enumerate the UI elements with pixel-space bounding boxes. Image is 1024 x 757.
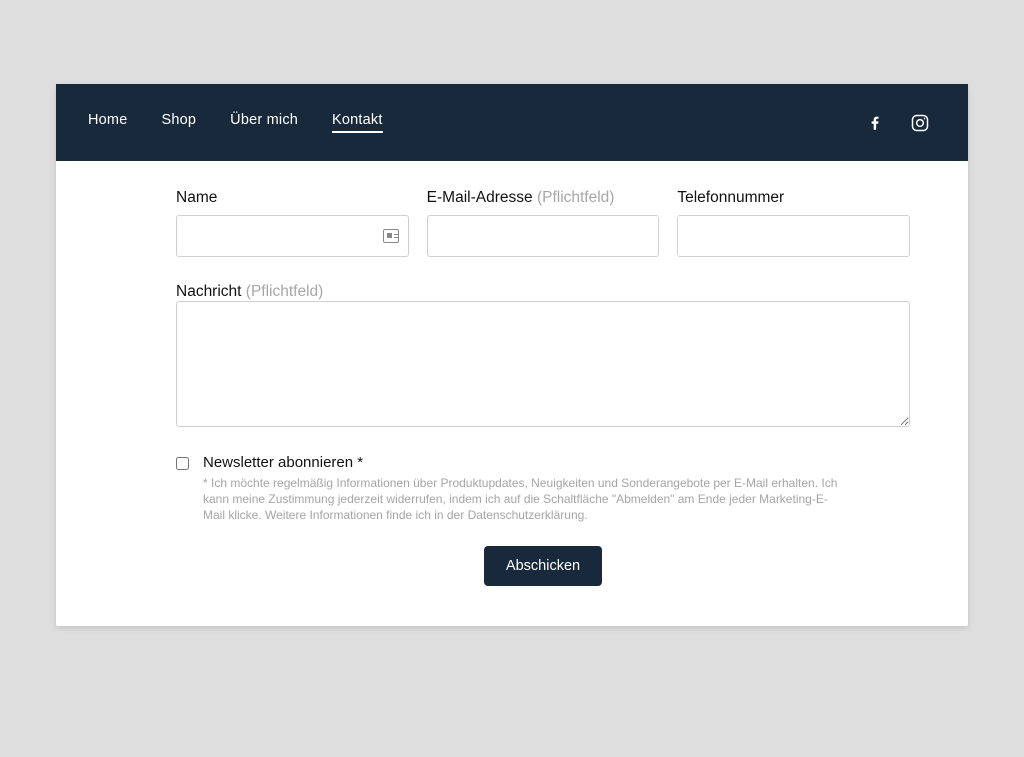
nav-links: Home Shop Über mich Kontakt — [88, 112, 383, 133]
nav-link-home[interactable]: Home — [88, 112, 127, 133]
email-required-hint: (Pflichtfeld) — [537, 189, 615, 206]
message-required-hint: (Pflichtfeld) — [246, 283, 324, 300]
email-label: E-Mail-Adresse (Pflichtfeld) — [427, 189, 660, 207]
navbar: Home Shop Über mich Kontakt — [56, 84, 968, 161]
email-input[interactable] — [427, 215, 660, 257]
facebook-icon[interactable] — [866, 114, 884, 132]
name-input[interactable] — [176, 215, 409, 257]
form-row-1: Name E-Mail-Adresse (Pflichtfeld) Telefo… — [176, 189, 910, 257]
newsletter-label: Newsletter abonnieren * — [203, 454, 363, 471]
message-field-group: Nachricht (Pflichtfeld) — [176, 283, 910, 432]
content-card: Home Shop Über mich Kontakt — [56, 84, 968, 626]
contact-card-icon — [383, 229, 399, 243]
name-label: Name — [176, 189, 409, 207]
message-textarea[interactable] — [176, 301, 910, 427]
email-field-group: E-Mail-Adresse (Pflichtfeld) — [427, 189, 660, 257]
submit-button[interactable]: Abschicken — [484, 546, 602, 586]
submit-wrap: Abschicken — [176, 546, 910, 586]
page: Home Shop Über mich Kontakt — [0, 0, 1024, 757]
email-label-text: E-Mail-Adresse — [427, 189, 533, 206]
phone-label: Telefonnummer — [677, 189, 910, 207]
newsletter-fineprint: * Ich möchte regelmäßig Informationen üb… — [203, 475, 843, 524]
phone-field-group: Telefonnummer — [677, 189, 910, 257]
nav-link-about[interactable]: Über mich — [230, 112, 298, 133]
message-label: Nachricht (Pflichtfeld) — [176, 283, 323, 300]
nav-link-shop[interactable]: Shop — [161, 112, 196, 133]
social-links — [866, 113, 930, 133]
name-field-group: Name — [176, 189, 409, 257]
newsletter-row: Newsletter abonnieren * — [176, 454, 910, 471]
instagram-icon[interactable] — [910, 113, 930, 133]
newsletter-checkbox[interactable] — [176, 457, 189, 470]
phone-input[interactable] — [677, 215, 910, 257]
contact-form: Name E-Mail-Adresse (Pflichtfeld) Telefo… — [56, 161, 968, 626]
name-input-wrap — [176, 215, 409, 257]
message-label-text: Nachricht — [176, 283, 241, 300]
nav-link-contact[interactable]: Kontakt — [332, 112, 383, 133]
